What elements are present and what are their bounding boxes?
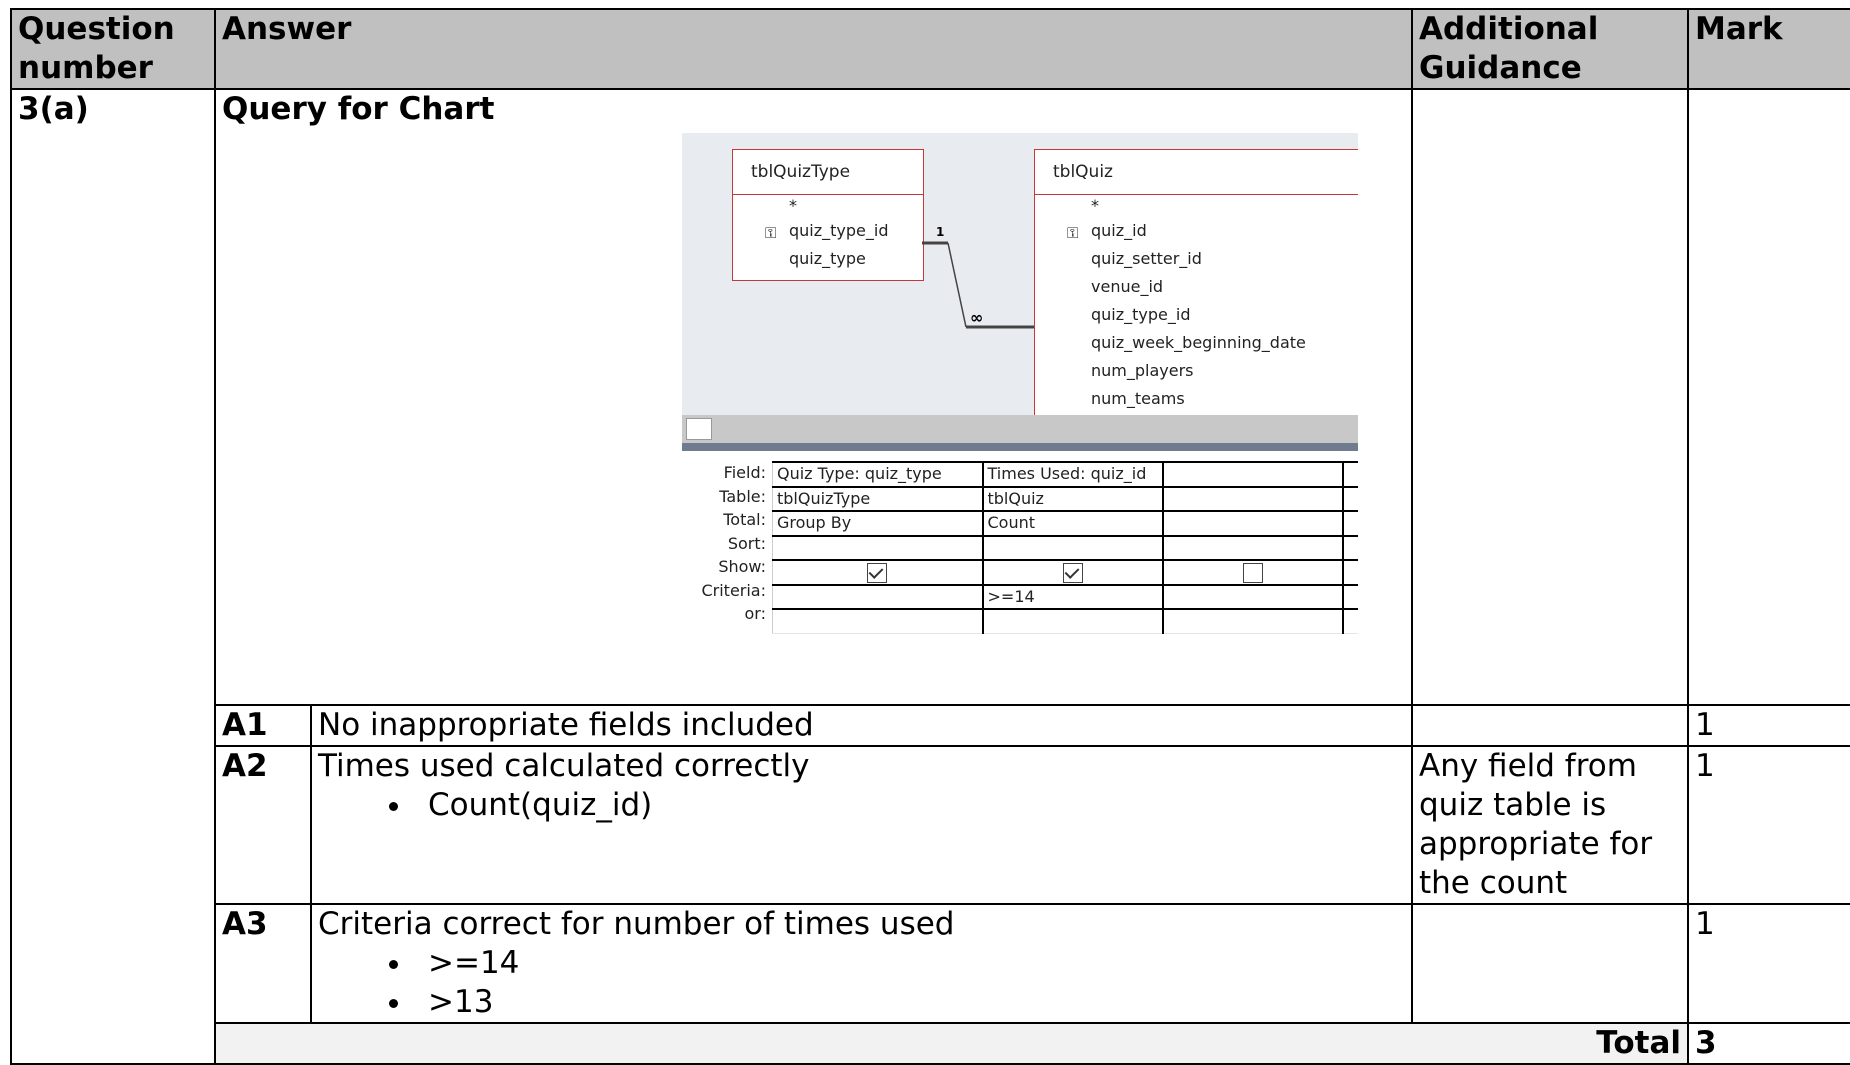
grid-cell-criteria[interactable]: >=14 (981, 583, 1163, 610)
grid-cell-total[interactable] (1161, 510, 1343, 536)
show-checkbox[interactable] (1062, 562, 1083, 583)
header-additional-guidance: Additional Guidance (1411, 8, 1689, 90)
mark-value: 1 (1687, 903, 1850, 1024)
mark-point: >=14 (414, 944, 1405, 983)
total-value: 3 (1687, 1022, 1850, 1065)
grid-label-sort: Sort: (727, 533, 766, 553)
mark-scheme-table: Question number Answer Additional Guidan… (10, 8, 1850, 1065)
mark-row-a3: A3 Criteria correct for number of times … (11, 903, 1850, 1024)
mark-code: A2 (214, 745, 312, 905)
grid-cell-show (772, 559, 983, 585)
answer-query-cell: Query for Chart tblQuizType * ⚿ quiz_type… (214, 88, 1413, 706)
grid-cell-sort[interactable] (981, 534, 1163, 561)
grid-label-show: Show: (718, 557, 766, 576)
grid-cell-or[interactable] (981, 608, 1163, 634)
mark-text: No inappropriate fields included (310, 704, 1413, 747)
grid-cell-sort[interactable] (772, 534, 983, 561)
grid-cell-table[interactable] (1161, 485, 1343, 512)
grid-label-table: Table: (719, 486, 766, 506)
mark-guidance: Any field from quiz table is appropriate… (1411, 745, 1689, 905)
mark-text-cell: Times used calculated correctly Count(qu… (310, 745, 1413, 905)
mark-code: A1 (214, 704, 312, 747)
grid-cell-table[interactable]: tblQuiz (981, 485, 1163, 512)
design-grid-table: Quiz Type: quiz_type Times Used: quiz_id… (772, 461, 1358, 634)
grid-cell-field[interactable] (1161, 461, 1343, 487)
mark-code: A3 (214, 903, 312, 1024)
mark-row-a1: A1 No inappropriate fields included 1 (11, 704, 1850, 747)
grid-cell-sort[interactable] (1161, 534, 1343, 561)
grid-cell-or[interactable] (1161, 608, 1343, 634)
grid-cell-total[interactable]: Group By (772, 510, 983, 536)
header-row: Question number Answer Additional Guidan… (10, 8, 1850, 90)
mark-guidance (1411, 903, 1689, 1024)
pane-splitter[interactable] (682, 415, 1358, 443)
total-label: Total (214, 1022, 1689, 1065)
question-number: 3(a) (10, 88, 216, 1065)
header-answer: Answer (214, 8, 1413, 90)
splitter-box (686, 418, 712, 440)
query-row: 3(a) Query for Chart tblQuizType * ⚿ quiz… (10, 88, 1850, 1065)
total-row: Total 3 (11, 1022, 1850, 1065)
show-checkbox[interactable] (1242, 562, 1263, 583)
mark-text-cell: Criteria correct for number of times use… (310, 903, 1413, 1024)
header-question-number: Question number (10, 8, 216, 90)
grid-label-or: or: (744, 604, 766, 623)
grid-cell-total[interactable]: Count (981, 510, 1163, 536)
table-pane: tblQuizType * ⚿ quiz_type_id quiz_type tb… (682, 133, 1358, 431)
grid-cell-criteria[interactable] (1161, 583, 1343, 610)
mark-text: Criteria correct for number of times use… (318, 906, 955, 942)
mark-points: Count(quiz_id) (318, 786, 1405, 825)
query-heading: Query for Chart (222, 91, 495, 127)
mark-point: Count(quiz_id) (414, 786, 1405, 825)
one-label: 1 (936, 225, 944, 239)
mark-value: 1 (1687, 745, 1850, 905)
query-design-screenshot: tblQuizType * ⚿ quiz_type_id quiz_type tb… (682, 133, 1358, 638)
grid-cell-field[interactable]: Times Used: quiz_id (981, 461, 1163, 487)
design-grid: Field: Table: Total: Sort: Show: Criteri… (682, 461, 1358, 638)
grid-cell-show (981, 559, 1163, 585)
show-checkbox[interactable] (867, 562, 888, 583)
mark-text: Times used calculated correctly (318, 748, 810, 784)
grid-label-criteria: Criteria: (701, 580, 766, 600)
mark-cell-query (1687, 88, 1850, 706)
mark-point: >13 (414, 983, 1405, 1022)
mark-guidance (1411, 704, 1689, 747)
grid-cell-criteria[interactable] (772, 583, 983, 610)
relationship-line: 1 ∞ (922, 225, 1034, 329)
grid-cell-or[interactable] (772, 608, 983, 634)
grid-cell-field[interactable]: Quiz Type: quiz_type (772, 461, 983, 487)
grid-label-field: Field: (723, 463, 766, 482)
many-label: ∞ (970, 308, 983, 327)
mark-row-a2: A2 Times used calculated correctly Count… (11, 745, 1850, 905)
grid-cell-show (1161, 559, 1343, 585)
guidance-cell-query (1411, 88, 1689, 706)
mark-value: 1 (1687, 704, 1850, 747)
header-mark: Mark (1687, 8, 1850, 90)
grid-label-total: Total: (723, 510, 766, 529)
grid-cell-table[interactable]: tblQuizType (772, 485, 983, 512)
mark-points: >=14 >13 (318, 944, 1405, 1022)
